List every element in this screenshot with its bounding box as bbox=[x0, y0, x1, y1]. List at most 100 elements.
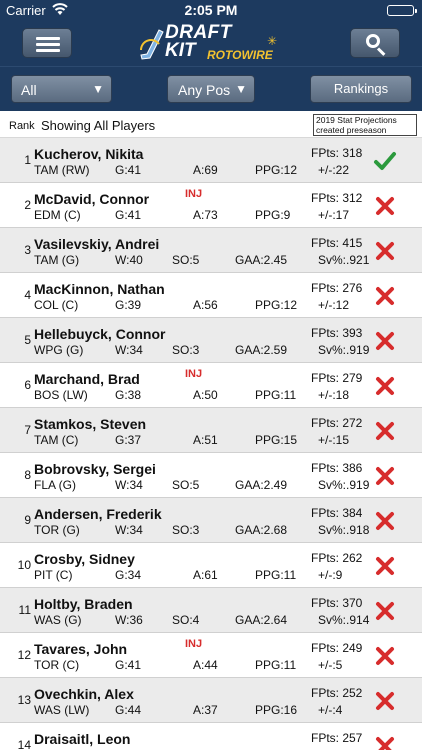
player-name: Bobrovsky, Sergei bbox=[34, 461, 156, 477]
player-fpts: FPts: 252 bbox=[311, 686, 363, 700]
search-icon bbox=[366, 34, 380, 48]
battery-icon bbox=[387, 5, 417, 16]
player-team: TAM (RW) bbox=[34, 163, 90, 177]
rankings-button[interactable]: Rankings bbox=[310, 75, 412, 103]
player-row[interactable]: 7 Stamkos, Steven TAM (C) G:37 A:51 PPG:15 FPt… bbox=[0, 408, 422, 453]
player-name: Andersen, Frederik bbox=[34, 506, 162, 522]
remove-x-icon[interactable] bbox=[373, 419, 397, 443]
player-rank: 13 bbox=[17, 693, 31, 707]
player-fpts: FPts: 279 bbox=[311, 371, 363, 385]
player-stat-2: A:61 bbox=[193, 568, 218, 582]
player-team: EDM (C) bbox=[34, 208, 81, 222]
remove-x-icon[interactable] bbox=[373, 329, 397, 353]
player-name: Kucherov, Nikita bbox=[34, 146, 144, 162]
player-row[interactable]: 10 Crosby, Sidney PIT (C) G:34 A:61 PPG:11 FPt… bbox=[0, 543, 422, 588]
player-stat-4: +/-:4 bbox=[318, 703, 343, 717]
player-row[interactable]: 14Draisaitl, LeonEDM (C)G:37A:55PPG:10FP… bbox=[0, 723, 422, 750]
player-row[interactable]: 4 MacKinnon, Nathan COL (C) G:39 A:56 PPG:12 F… bbox=[0, 273, 422, 318]
player-stat-2: SO:4 bbox=[172, 613, 200, 627]
player-stat-4: +/-:5 bbox=[318, 658, 343, 672]
player-rank: 2 bbox=[24, 198, 31, 212]
injury-badge: INJ bbox=[185, 638, 203, 650]
player-stat-1: W:34 bbox=[115, 523, 143, 537]
player-stat-1: G:34 bbox=[115, 568, 142, 582]
player-stat-4: Sv%:.921 bbox=[318, 253, 370, 267]
player-stat-1: G:38 bbox=[115, 388, 142, 402]
injury-badge: INJ bbox=[185, 188, 203, 200]
player-rank: 3 bbox=[24, 243, 31, 257]
player-stat-3: PPG:9 bbox=[255, 208, 291, 222]
player-stat-2: A:51 bbox=[193, 433, 218, 447]
menu-button[interactable] bbox=[22, 28, 72, 58]
remove-x-icon[interactable] bbox=[373, 239, 397, 263]
player-stat-1: G:37 bbox=[115, 433, 142, 447]
player-stat-1: G:41 bbox=[115, 163, 142, 177]
player-name: McDavid, Connor bbox=[34, 191, 150, 207]
player-stat-4: Sv%:.919 bbox=[318, 343, 370, 357]
remove-x-icon[interactable] bbox=[373, 194, 397, 218]
player-stat-2: A:50 bbox=[193, 388, 218, 402]
group-filter-select[interactable]: All ▼ bbox=[11, 75, 112, 103]
player-row[interactable]: 13 Ovechkin, Alex WAS (LW) G:44 A:37 PPG:16 FP… bbox=[0, 678, 422, 723]
player-row[interactable]: 12 Tavares, John TOR (C) G:41 A:44 PPG:11 FPts… bbox=[0, 633, 422, 678]
player-team: TAM (G) bbox=[34, 253, 80, 267]
app-logo: DRAFT KIT ROTOWIRE ✳ bbox=[135, 22, 290, 66]
search-button[interactable] bbox=[350, 28, 400, 58]
status-bar: Carrier 2:05 PM bbox=[0, 0, 422, 20]
player-row[interactable]: 3 Vasilevskiy, Andrei TAM (G) W:40 SO:5 GAA:2… bbox=[0, 228, 422, 273]
player-team: TAM (C) bbox=[34, 433, 79, 447]
player-stat-2: SO:3 bbox=[172, 343, 200, 357]
player-rank: 1 bbox=[24, 153, 31, 167]
player-row[interactable]: 5 Hellebuyck, Connor WPG (G) W:34 SO:3 GAA:2.… bbox=[0, 318, 422, 363]
hockey-stick-icon bbox=[140, 29, 164, 60]
remove-x-icon[interactable] bbox=[373, 554, 397, 578]
player-rank: 7 bbox=[24, 423, 31, 437]
player-stat-4: Sv%:.919 bbox=[318, 478, 370, 492]
player-row[interactable]: 11 Holtby, Braden WAS (G) W:36 SO:4 GAA:2.64 F… bbox=[0, 588, 422, 633]
player-stat-4: +/-:9 bbox=[318, 568, 343, 582]
player-stat-1: G:41 bbox=[115, 658, 142, 672]
player-row[interactable]: 6 Marchand, Brad BOS (LW) G:38 A:50 PPG:11 FPt… bbox=[0, 363, 422, 408]
player-stat-3: GAA:2.45 bbox=[235, 253, 288, 267]
player-stat-3: GAA:2.64 bbox=[235, 613, 288, 627]
position-filter-select[interactable]: Any Pos ▼ bbox=[167, 75, 255, 103]
remove-x-icon[interactable] bbox=[373, 284, 397, 308]
player-team: TOR (C) bbox=[34, 658, 80, 672]
player-stat-1: W:34 bbox=[115, 343, 143, 357]
player-row[interactable]: 1 Kucherov, Nikita TAM (RW) G:41 A:69 PPG:12 F… bbox=[0, 138, 422, 183]
player-rank: 14 bbox=[17, 738, 31, 750]
player-row[interactable]: 8 Bobrovsky, Sergei FLA (G) W:34 SO:5 GAA:2.4… bbox=[0, 453, 422, 498]
player-name: Draisaitl, Leon bbox=[34, 731, 131, 747]
player-row[interactable]: 2 McDavid, Connor EDM (C) G:41 A:73 PPG:9 FPts… bbox=[0, 183, 422, 228]
player-fpts: FPts: 249 bbox=[311, 641, 363, 655]
remove-x-icon[interactable] bbox=[373, 599, 397, 623]
remove-x-icon[interactable] bbox=[373, 464, 397, 488]
player-stat-4: +/-:22 bbox=[318, 163, 350, 177]
player-team: WAS (LW) bbox=[34, 703, 90, 717]
player-name: MacKinnon, Nathan bbox=[34, 281, 165, 297]
player-stat-2: A:44 bbox=[193, 658, 218, 672]
player-stat-1: W:36 bbox=[115, 613, 143, 627]
player-stat-4: +/-:17 bbox=[318, 208, 350, 222]
player-fpts: FPts: 312 bbox=[311, 191, 363, 205]
remove-x-icon[interactable] bbox=[373, 509, 397, 533]
player-rank: 11 bbox=[18, 603, 31, 617]
player-stat-4: Sv%:.918 bbox=[318, 523, 370, 537]
remove-x-icon[interactable] bbox=[373, 374, 397, 398]
player-stat-2: A:56 bbox=[193, 298, 218, 312]
player-name: Holtby, Braden bbox=[34, 596, 133, 612]
remove-x-icon[interactable] bbox=[373, 644, 397, 668]
remove-x-icon[interactable] bbox=[373, 734, 397, 750]
status-time: 2:05 PM bbox=[184, 2, 238, 18]
rank-column-label: Rank bbox=[9, 120, 35, 132]
drafted-check-icon[interactable] bbox=[373, 149, 397, 173]
remove-x-icon[interactable] bbox=[373, 689, 397, 713]
player-fpts: FPts: 386 bbox=[311, 461, 363, 475]
player-team: PIT (C) bbox=[34, 568, 73, 582]
player-team: WPG (G) bbox=[34, 343, 84, 357]
player-stat-3: PPG:11 bbox=[255, 568, 297, 582]
player-fpts: FPts: 257 bbox=[311, 731, 363, 745]
player-row[interactable]: 9 Andersen, Frederik TOR (G) W:34 SO:3 GAA:2.… bbox=[0, 498, 422, 543]
player-stat-3: PPG:16 bbox=[255, 703, 298, 717]
spark-icon: ✳ bbox=[267, 34, 278, 48]
